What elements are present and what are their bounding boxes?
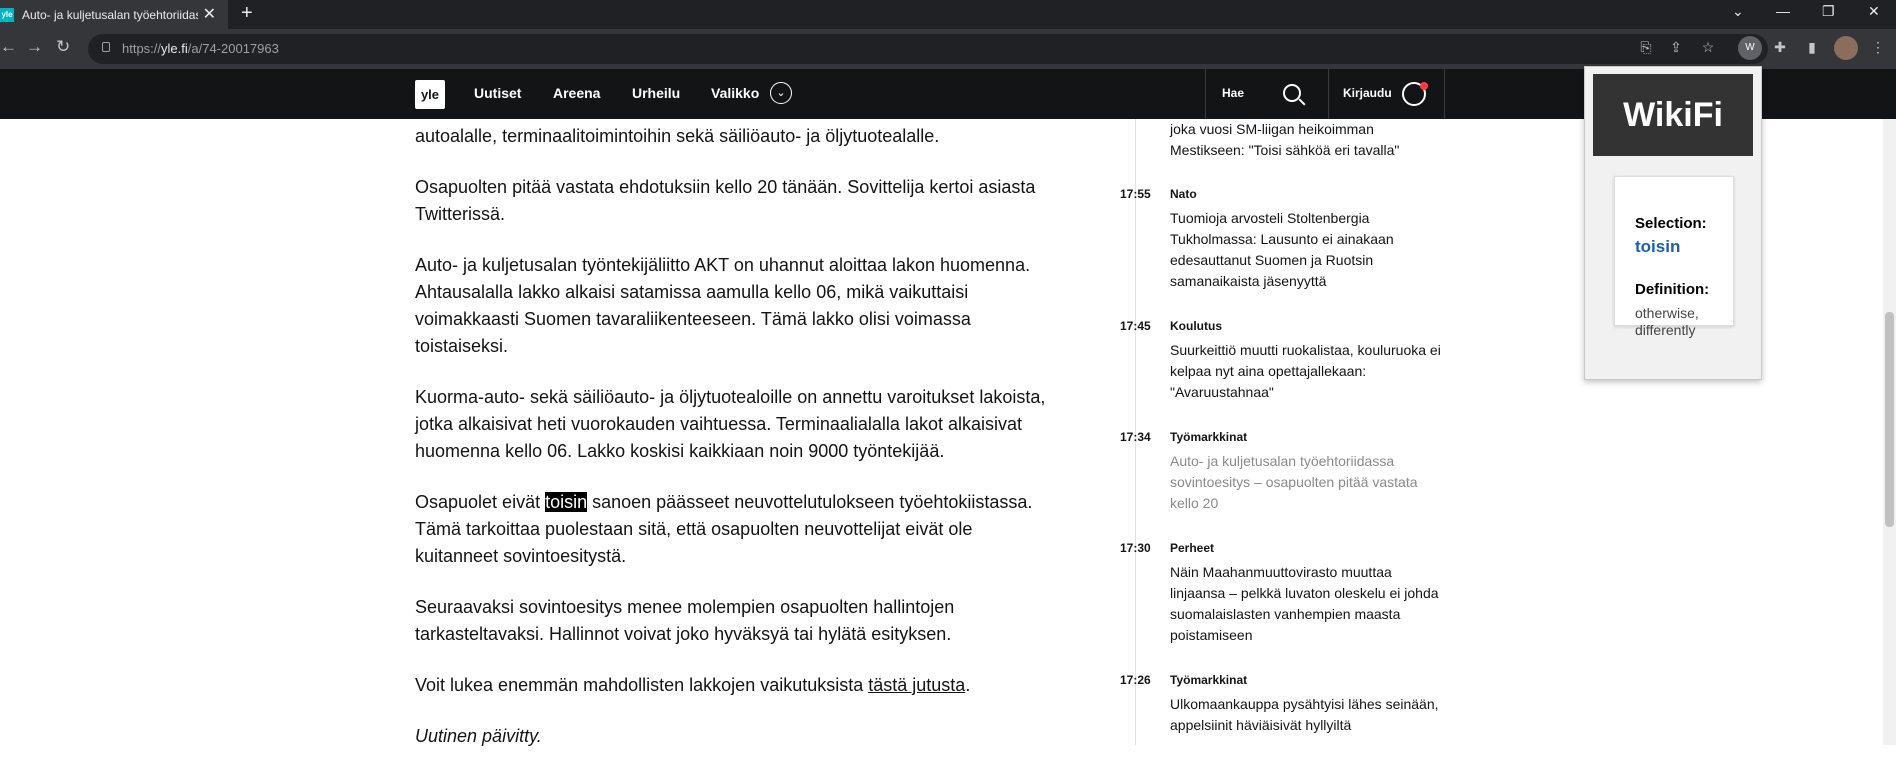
definition-label: Definition:	[1635, 281, 1710, 298]
feed-time: 17:45	[1120, 319, 1151, 333]
browser-tab[interactable]: yle Auto- ja kuljetusalan työehtoriidass…	[0, 0, 228, 29]
minimize-icon[interactable]: —	[1776, 3, 1790, 19]
selection-label: Selection:	[1635, 215, 1707, 232]
article-updated: Uutinen päivitty.	[415, 726, 542, 746]
feed-item-fragment[interactable]: joka vuosi SM-liigan heikoimman Mestikse…	[1170, 119, 1450, 161]
feed-category: Koulutus	[1170, 319, 1222, 333]
sidebar-icon[interactable]: ▮	[1802, 37, 1822, 57]
feed-title[interactable]: Tuomioja arvosteli Stoltenbergia Tukholm…	[1170, 208, 1450, 292]
article-paragraph-selection: Osapuolet eivät toisin sanoen päässeet n…	[415, 492, 1033, 566]
address-bar[interactable]: https://yle.fi/a/74-20017963	[88, 34, 1768, 64]
feed-title[interactable]: Ulkomaankauppa pysähtyisi lähes seinään,…	[1170, 694, 1450, 736]
definition-value: otherwise, differently	[1635, 305, 1699, 338]
url-text[interactable]: https://yle.fi/a/74-20017963	[122, 41, 279, 56]
puzzle-icon[interactable]: ✚	[1770, 37, 1790, 57]
back-icon[interactable]: ←	[0, 37, 17, 57]
header-divider	[1444, 69, 1445, 119]
nav-uutiset[interactable]: Uutiset	[474, 85, 521, 101]
article-paragraph: Auto- ja kuljetusalan työntekijäliitto A…	[415, 255, 1031, 356]
feed-category: Perheet	[1170, 541, 1215, 555]
restore-icon[interactable]: ❐	[1822, 3, 1835, 20]
profile-avatar-icon[interactable]	[1834, 36, 1858, 60]
tab-strip: yle Auto- ja kuljetusalan työehtoriidass…	[0, 0, 1896, 29]
feed-time: 17:30	[1120, 541, 1151, 555]
wikifi-popup: WikiFi Selection: toisin Definition: oth…	[1584, 66, 1762, 380]
browser-toolbar: ← → ↻ https://yle.fi/a/74-20017963 ⎘ ⇪ ☆…	[0, 29, 1896, 69]
feed-title[interactable]: Suurkeittiö muutti ruokalistaa, kouluruo…	[1170, 340, 1450, 403]
article-paragraph-link: Voit lukea enemmän mahdollisten lakkojen…	[415, 675, 971, 695]
feed-category: Työmarkkinat	[1170, 673, 1248, 687]
article-paragraph: autoalalle, terminaalitoimintoihin sekä …	[415, 126, 940, 146]
wikifi-card: Selection: toisin Definition: otherwise,…	[1614, 176, 1734, 338]
feed-category: Työmarkkinat	[1170, 430, 1248, 444]
article-link[interactable]: tästä jutusta	[868, 675, 965, 695]
wikifi-title: WikiFi	[1593, 74, 1753, 156]
feed-category: Nato	[1170, 187, 1197, 201]
share-icon[interactable]: ⇪	[1666, 37, 1686, 57]
nav-urheilu[interactable]: Urheilu	[632, 85, 680, 101]
feed-time: 17:34	[1120, 430, 1151, 444]
close-tab-icon[interactable]: ✕	[203, 4, 216, 24]
yle-favicon-icon: yle	[0, 7, 14, 22]
notification-dot	[1420, 82, 1428, 90]
star-icon[interactable]: ☆	[1698, 37, 1718, 57]
tab-search-icon[interactable]: ⌄	[1732, 3, 1744, 20]
search-icon[interactable]	[1283, 84, 1301, 102]
article-paragraph: Kuorma-auto- sekä säiliöauto- ja öljytuo…	[415, 387, 1046, 461]
new-tab-icon[interactable]: +	[241, 2, 253, 25]
login-label[interactable]: Kirjaudu	[1343, 86, 1392, 100]
feed-time: 17:55	[1120, 187, 1151, 201]
feed-title[interactable]: Näin Maahanmuuttovirasto muuttaa linjaan…	[1170, 562, 1450, 646]
tab-title: Auto- ja kuljetusalan työehtoriidassa	[22, 7, 198, 22]
yle-logo[interactable]: yle	[415, 80, 445, 109]
header-divider	[1328, 69, 1329, 119]
forward-icon[interactable]: →	[26, 37, 43, 57]
translate-icon[interactable]: ⎘	[1636, 37, 1656, 57]
nav-areena[interactable]: Areena	[553, 85, 600, 101]
wikifi-extension-icon[interactable]: W	[1738, 36, 1762, 60]
scrollbar-thumb[interactable]	[1885, 312, 1894, 527]
article-body: autoalalle, terminaalitoimintoihin sekä …	[415, 119, 1055, 774]
menu-icon[interactable]: ⋮	[1868, 37, 1888, 57]
chevron-down-icon[interactable]: ⌄	[770, 82, 792, 104]
feed-title[interactable]: Auto- ja kuljetusalan työehtoriidassa so…	[1170, 451, 1450, 514]
nav-valikko[interactable]: Valikko	[711, 85, 759, 101]
lock-icon	[102, 42, 110, 52]
selected-word[interactable]: toisin	[545, 492, 588, 512]
article-paragraph: Seuraavaksi sovintoesitys menee molempie…	[415, 597, 955, 644]
reload-icon[interactable]: ↻	[56, 37, 70, 57]
close-window-icon[interactable]: ✕	[1868, 3, 1880, 20]
search-label[interactable]: Hae	[1222, 86, 1244, 100]
header-divider	[1205, 69, 1206, 119]
selection-value: toisin	[1635, 237, 1681, 256]
article-paragraph: Osapuolten pitää vastata ehdotuksiin kel…	[415, 177, 1036, 224]
feed-time: 17:26	[1120, 673, 1151, 687]
